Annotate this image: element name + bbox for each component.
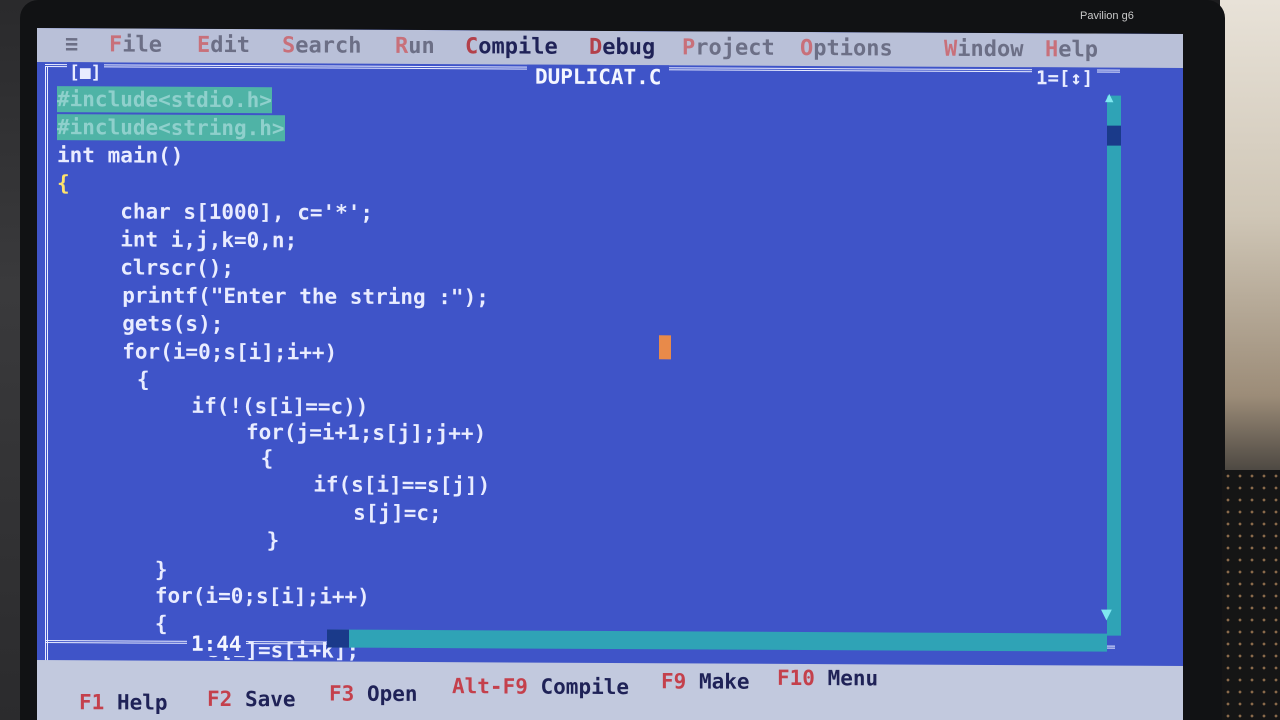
vertical-scrollbar[interactable] [1107, 95, 1121, 636]
code-editor[interactable]: #include<stdio.h> #include<string.h> int… [57, 86, 1102, 663]
turbo-c-screen: ≡ File Edit Search Run Compile Debug Pro… [37, 28, 1183, 720]
code-line: for(j=i+1;s[j];j++) [69, 419, 487, 446]
code-line: } [77, 527, 280, 553]
code-line: for(i=0;s[i];i++) [59, 339, 338, 365]
vertical-scroll-thumb[interactable] [1107, 125, 1121, 146]
menu-debug[interactable]: Debug [589, 35, 655, 60]
menu-window[interactable]: Window [944, 37, 1023, 62]
text-cursor [659, 335, 671, 360]
scroll-up-arrow-icon[interactable]: ▲ [1105, 90, 1113, 106]
code-line: clrscr(); [57, 255, 235, 281]
code-line: for(i=0;s[i];i++) [79, 583, 370, 609]
speaker-grille [1222, 470, 1280, 720]
code-line: printf("Enter the string :"); [59, 283, 489, 310]
menu-compile[interactable]: Compile [465, 34, 558, 59]
function-key-bar: F1 Help F2 Save F3 Open Alt-F9 Compile F… [37, 660, 1183, 720]
code-line: int i,j,k=0,n; [57, 227, 298, 253]
code-line: { [71, 445, 274, 471]
cursor-position: 1:44 [187, 631, 246, 657]
fkey-menu[interactable]: F10 Menu [777, 666, 878, 691]
window-title: DUPLICAT.C [527, 64, 670, 90]
fkey-make[interactable]: F9 Make [661, 669, 750, 693]
menu-help[interactable]: Help [1045, 37, 1098, 62]
fkey-open[interactable]: F3 Open [329, 682, 418, 706]
menu-project[interactable]: Project [682, 35, 775, 60]
fkey-save[interactable]: F2 Save [207, 687, 296, 711]
fkey-compile[interactable]: Alt-F9 Compile [452, 674, 629, 699]
code-line: if(!(s[i]==c)) [65, 393, 369, 419]
code-line: int main() [57, 143, 184, 168]
code-line: { [61, 367, 150, 392]
scroll-down-arrow-icon[interactable]: ▼ [1101, 604, 1112, 625]
menu-run[interactable]: Run [395, 34, 435, 59]
code-line: char s[1000], c='*'; [57, 199, 374, 225]
window-number-zoom[interactable]: 1=[↕] [1032, 67, 1098, 90]
code-line: #include<stdio.h> [57, 86, 272, 114]
code-line: s[j]=c; [75, 499, 442, 526]
code-line: gets(s); [59, 311, 224, 336]
window-close-button[interactable]: [■] [67, 62, 104, 84]
system-menu-icon[interactable]: ≡ [65, 32, 78, 57]
menu-bar: ≡ File Edit Search Run Compile Debug Pro… [37, 28, 1183, 69]
horizontal-scrollbar[interactable] [327, 629, 1107, 652]
code-line: #include<string.h> [57, 114, 285, 142]
code-line: } [79, 557, 168, 582]
code-line: { [79, 611, 168, 636]
code-line: if(s[i]==s[j]) [73, 471, 491, 498]
fkey-help[interactable]: F1 Help [79, 690, 168, 714]
menu-options[interactable]: Options [800, 36, 893, 61]
menu-edit[interactable]: Edit [197, 33, 250, 58]
menu-search[interactable]: Search [282, 33, 361, 58]
code-line: { [57, 171, 70, 196]
device-brand: Pavilion g6 [1080, 10, 1134, 22]
horizontal-scroll-thumb[interactable] [327, 629, 349, 648]
menu-file[interactable]: File [109, 32, 162, 57]
